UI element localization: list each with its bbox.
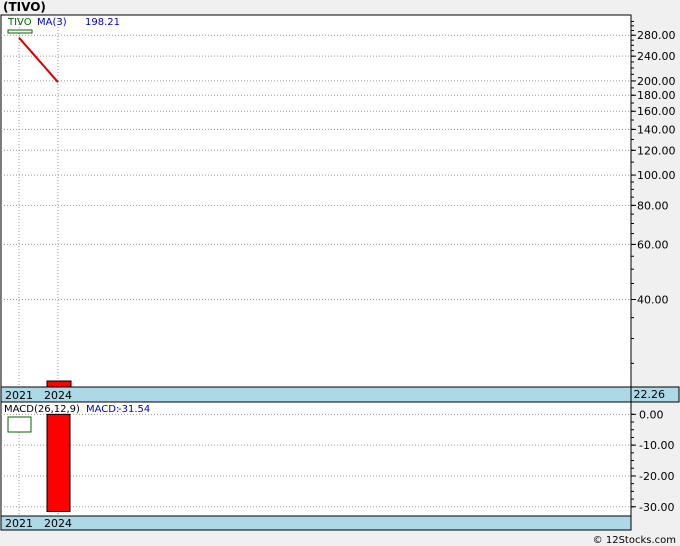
price-x-axis-band (0, 386, 632, 403)
price-tick-label: 100.00 (637, 169, 676, 182)
price-tick-label: 60.00 (637, 238, 669, 251)
price-tick-label: 80.00 (637, 199, 669, 212)
volume-bar (46, 380, 72, 388)
ma-legend-value: 198.21 (85, 17, 120, 28)
price-tick-label: 40.00 (637, 293, 669, 306)
macd-title: MACD(26,12,9) (4, 404, 80, 415)
macd-panel: 0.00 -10.00 -20.00 -30.00 2021 2024 MACD(26,… (0, 401, 674, 531)
macd-panel-background (0, 401, 632, 517)
macd-value: -31.54 (118, 404, 150, 415)
price-panel: 280.00 240.00 200.00180.00 160.00 140.00 120.… (0, 14, 680, 403)
price-tick-label: 120.00 (637, 144, 676, 157)
price-x-tick-label: 2021 (5, 389, 33, 402)
copyright-footer: © 12Stocks.com (592, 535, 676, 546)
macd-legend-swatch (7, 416, 32, 433)
price-tick-label: 160.00 (637, 105, 676, 118)
macd-x-axis-band (0, 515, 632, 531)
price-tick-label: 280.00 (637, 29, 676, 42)
macd-tick-label: -30.00 (639, 501, 674, 514)
price-tick-label: 180.00 (637, 89, 676, 102)
macd-tick-label: -10.00 (639, 439, 674, 452)
macd-value-label: MACD: (86, 404, 119, 415)
price-tick-label: 200.00 (637, 75, 676, 88)
macd-x-tick-label: 2021 (5, 517, 33, 530)
price-panel-background (0, 14, 632, 388)
price-tick-label: 140.00 (637, 123, 676, 136)
macd-tick-label: 0.00 (639, 408, 664, 421)
ticker-legend-label: TIVO (7, 17, 32, 28)
macd-tick-label: -20.00 (639, 470, 674, 483)
macd-bar (46, 413, 71, 513)
macd-y-axis: 0.00 -10.00 -20.00 -30.00 (631, 408, 674, 514)
ma-legend-label: MA(3) (37, 17, 67, 28)
price-tick-label: 240.00 (637, 50, 676, 63)
macd-x-tick-label: 2024 (44, 517, 72, 530)
last-price-label: 22.26 (634, 388, 666, 401)
price-y-axis: 280.00 240.00 200.00180.00 160.00 140.00 120.… (631, 20, 676, 364)
stock-chart: 280.00 240.00 200.00180.00 160.00 140.00 120.… (0, 14, 680, 531)
macd-bars (46, 413, 71, 513)
ticker-legend-swatch (7, 29, 33, 34)
price-x-tick-label: 2024 (44, 389, 72, 402)
